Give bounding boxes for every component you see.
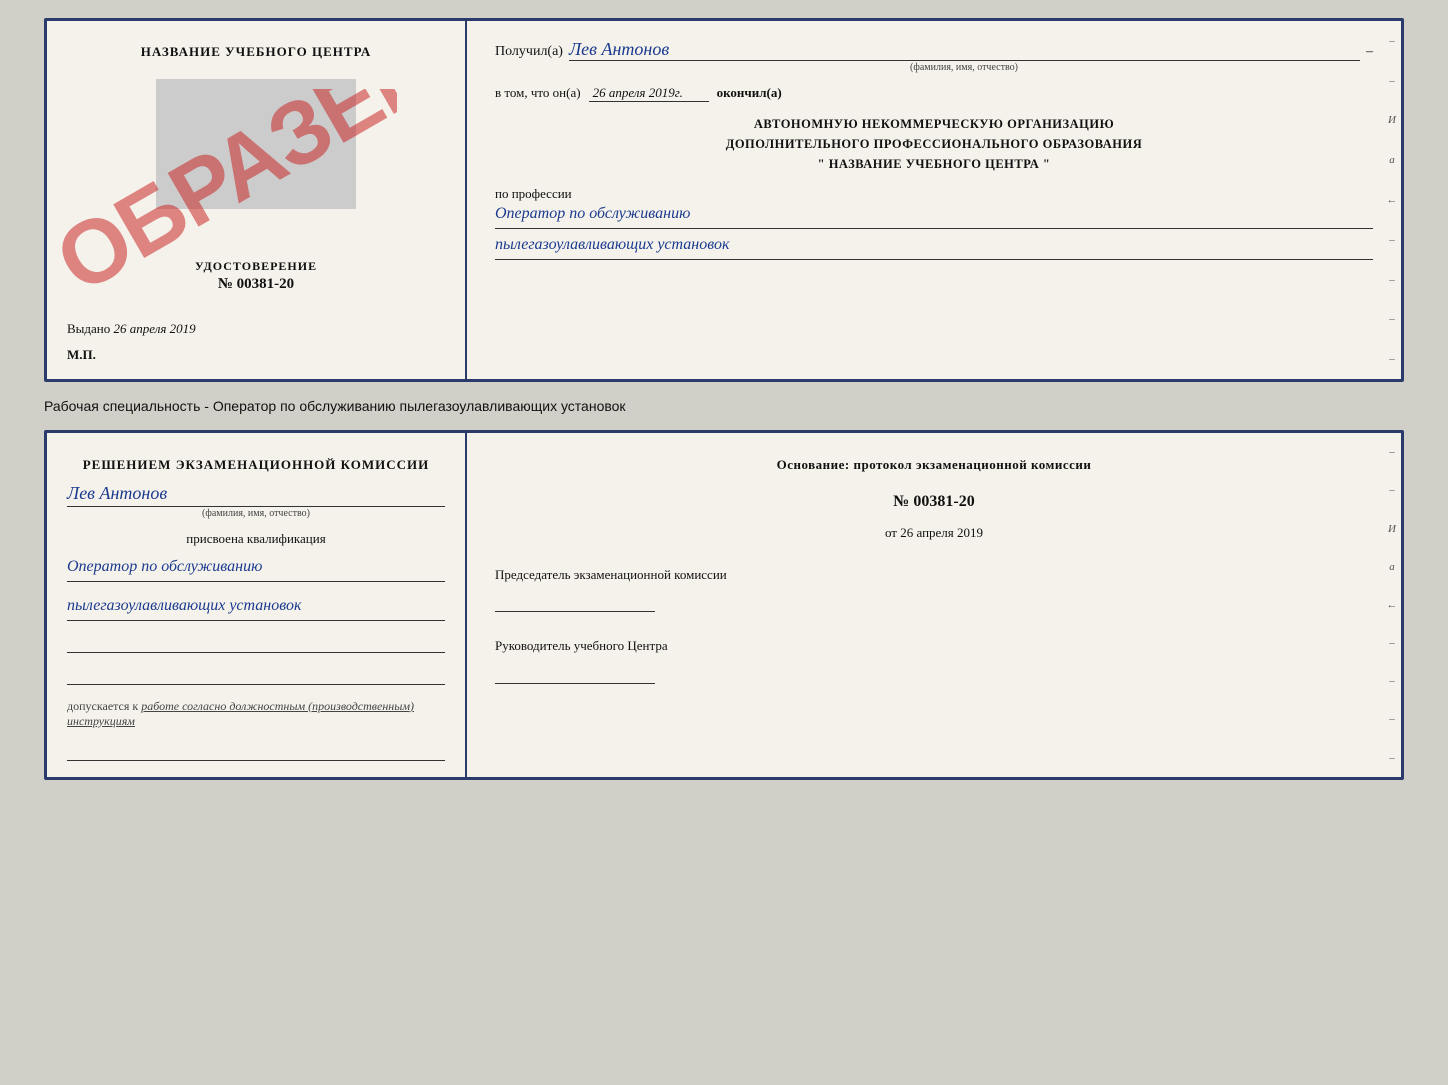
mp-label: М.П. (67, 347, 96, 363)
predsedatel-label: Председатель экзаменационной комиссии (495, 565, 1373, 585)
b-indicator-9: – (1389, 752, 1395, 764)
rukovoditel-label: Руководитель учебного Центра (495, 636, 1373, 656)
blank-line-3 (67, 741, 445, 761)
udostoverenie-label: УДОСТОВЕРЕНИЕ (195, 259, 317, 274)
indicator-4: а (1389, 154, 1395, 166)
b-indicator-2: – (1389, 484, 1395, 496)
indicator-5: ← (1387, 194, 1398, 206)
ot-date-value: 26 апреля 2019 (900, 525, 983, 540)
b-indicator-8: – (1389, 713, 1395, 725)
rukovoditel-block: Руководитель учебного Центра (495, 636, 1373, 684)
okonchil-label: окончил(а) (717, 85, 782, 101)
vtom-row: в том, что он(а) 26 апреля 2019г. окончи… (495, 85, 1373, 102)
b-indicator-7: – (1389, 675, 1395, 687)
b-indicator-6: – (1389, 637, 1395, 649)
bottom-document: Решением экзаменационной комиссии Лев Ан… (44, 430, 1404, 780)
top-right-panel: Получил(а) Лев Антонов – (фамилия, имя, … (467, 21, 1401, 379)
vydano-label: Выдано (67, 321, 110, 336)
school-name-top: НАЗВАНИЕ УЧЕБНОГО ЦЕНТРА (141, 43, 372, 61)
dopuskaetsya-prefix: допускается к (67, 699, 138, 713)
ot-date-bottom: от 26 апреля 2019 (495, 525, 1373, 541)
indicator-7: – (1389, 274, 1395, 286)
po-professii-label: по профессии (495, 186, 1373, 202)
dash-right: – (1366, 44, 1373, 60)
qual-line2: пылегазоулавливающих установок (67, 594, 445, 621)
bottom-recipient-name: Лев Антонов (67, 483, 445, 507)
bottom-left-panel: Решением экзаменационной комиссии Лев Ан… (47, 433, 467, 777)
protocol-number: № 00381-20 (495, 493, 1373, 511)
b-indicator-1: – (1389, 446, 1395, 458)
osnovanie-text: Основание: протокол экзаменационной коми… (495, 455, 1373, 475)
profession-line1: Оператор по обслуживанию (495, 202, 1373, 229)
top-document: НАЗВАНИЕ УЧЕБНОГО ЦЕНТРА ОБРАЗЕЦ УДОСТОВ… (44, 18, 1404, 382)
document-wrapper: НАЗВАНИЕ УЧЕБНОГО ЦЕНТРА ОБРАЗЕЦ УДОСТОВ… (44, 18, 1404, 780)
vtom-date: 26 апреля 2019г. (589, 85, 709, 102)
udostoverenie-block: УДОСТОВЕРЕНИЕ № 00381-20 (195, 259, 317, 293)
predsedatel-block: Председатель экзаменационной комиссии (495, 565, 1373, 613)
udostoverenie-number: № 00381-20 (195, 276, 317, 293)
org-line1: АВТОНОМНУЮ НЕКОММЕРЧЕСКУЮ ОРГАНИЗАЦИЮ (495, 114, 1373, 134)
ot-label: от (885, 525, 897, 540)
predsedatel-sign-line (495, 588, 655, 612)
prisvoena-label: присвоена квалификация (67, 531, 445, 547)
vydano-row: Выдано 26 апреля 2019 (67, 321, 196, 337)
right-indicators-bottom: – – И а ← – – – – (1383, 433, 1401, 777)
indicator-6: – (1389, 234, 1395, 246)
b-indicator-3: И (1388, 523, 1396, 535)
right-indicators: – – И а ← – – – – (1383, 21, 1401, 379)
rukovoditel-sign-line (495, 660, 655, 684)
org-line3: " НАЗВАНИЕ УЧЕБНОГО ЦЕНТРА " (495, 154, 1373, 174)
b-indicator-4: а (1389, 561, 1395, 573)
profession-line2: пылегазоулавливающих установок (495, 233, 1373, 260)
vydano-date: 26 апреля 2019 (114, 321, 196, 336)
org-block: АВТОНОМНУЮ НЕКОММЕРЧЕСКУЮ ОРГАНИЗАЦИЮ ДО… (495, 114, 1373, 174)
indicator-3: И (1388, 114, 1396, 126)
stamp-placeholder (156, 79, 356, 209)
indicator-9: – (1389, 353, 1395, 365)
vtom-label: в том, что он(а) (495, 85, 581, 101)
top-left-panel: НАЗВАНИЕ УЧЕБНОГО ЦЕНТРА ОБРАЗЕЦ УДОСТОВ… (47, 21, 467, 379)
middle-label: Рабочая специальность - Оператор по обсл… (44, 392, 1404, 420)
resheniem-text: Решением экзаменационной комиссии (67, 455, 445, 475)
qual-line1: Оператор по обслуживанию (67, 555, 445, 582)
dopuskaetsya-block: допускается к работе согласно должностны… (67, 699, 445, 729)
indicator-1: – (1389, 35, 1395, 47)
fio-hint-bottom: (фамилия, имя, отчество) (67, 508, 445, 519)
b-indicator-5: ← (1387, 599, 1398, 611)
blank-line-2 (67, 665, 445, 685)
recipient-name: Лев Антонов (569, 39, 1360, 61)
org-line2: ДОПОЛНИТЕЛЬНОГО ПРОФЕССИОНАЛЬНОГО ОБРАЗО… (495, 134, 1373, 154)
fio-hint-top: (фамилия, имя, отчество) (555, 62, 1373, 73)
indicator-8: – (1389, 313, 1395, 325)
blank-line-1 (67, 633, 445, 653)
indicator-2: – (1389, 75, 1395, 87)
poluchil-label: Получил(а) (495, 44, 563, 60)
bottom-right-panel: Основание: протокол экзаменационной коми… (467, 433, 1401, 777)
